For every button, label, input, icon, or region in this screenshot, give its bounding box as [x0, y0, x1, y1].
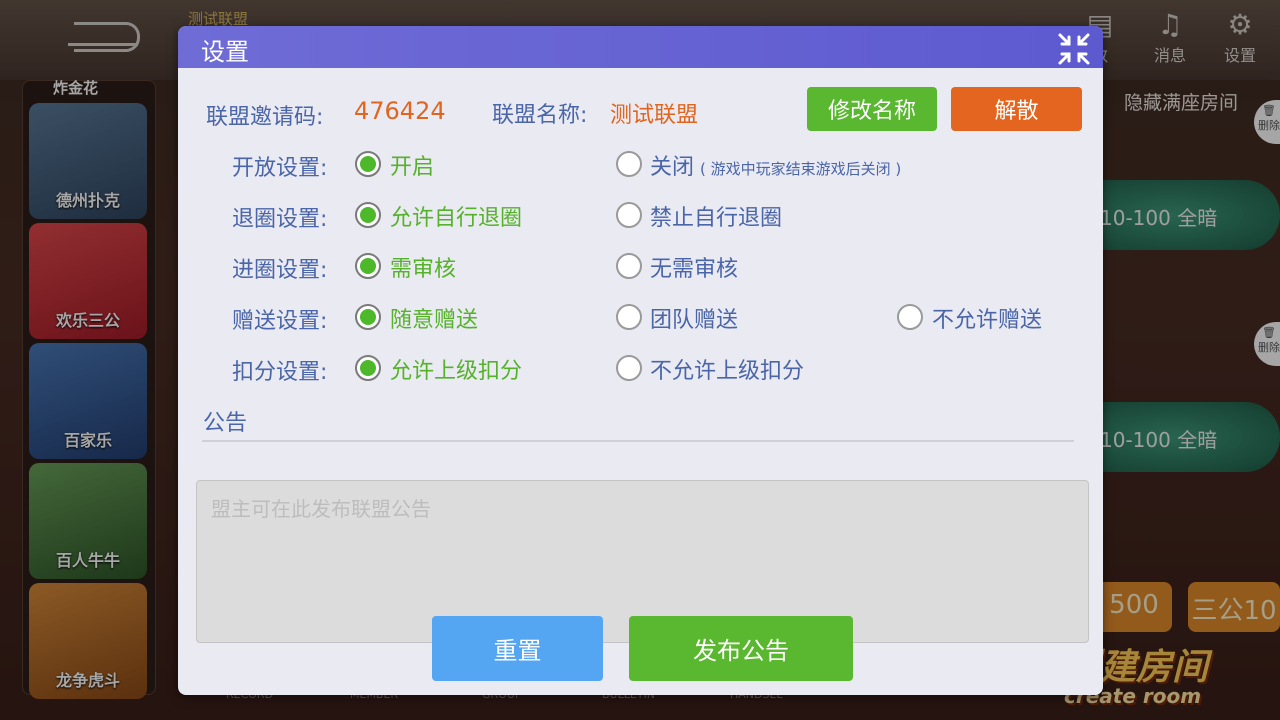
option-deduct-forbid[interactable]: 不允许上级扣分 [650, 353, 804, 385]
option-open-off-hint: ( 游戏中玩家结束游戏后关闭 ) [700, 160, 902, 178]
option-leave-forbid[interactable]: 禁止自行退圈 [650, 200, 782, 232]
invite-code-value: 476424 [354, 97, 446, 125]
option-open-off[interactable]: 关闭 ( 游戏中玩家结束游戏后关闭 ) [650, 149, 901, 181]
radio-gift-none[interactable] [897, 304, 923, 330]
option-open-on[interactable]: 开启 [390, 149, 434, 181]
option-deduct-allow[interactable]: 允许上级扣分 [390, 353, 522, 385]
option-join-review[interactable]: 需审核 [390, 251, 456, 283]
radio-join-review[interactable] [355, 253, 381, 279]
gift-setting-label: 赠送设置: [232, 309, 328, 334]
publish-notice-button[interactable]: 发布公告 [629, 616, 853, 681]
radio-gift-team[interactable] [616, 304, 642, 330]
option-open-off-text: 关闭 [650, 155, 695, 180]
deduct-setting-label: 扣分设置: [232, 360, 328, 385]
radio-join-noreview[interactable] [616, 253, 642, 279]
join-setting-label: 进圈设置: [232, 258, 328, 283]
option-gift-none[interactable]: 不允许赠送 [932, 302, 1042, 334]
settings-dialog: 设置 联盟邀请码: 476424 联盟名称: 测试联盟 修改名称 解散 开放设置… [178, 26, 1103, 695]
notice-placeholder: 盟主可在此发布联盟公告 [211, 497, 431, 521]
radio-open-on[interactable] [355, 151, 381, 177]
collapse-icon[interactable] [1057, 32, 1091, 66]
notice-label: 公告 [203, 411, 248, 436]
option-gift-free[interactable]: 随意赠送 [390, 302, 478, 334]
radio-leave-forbid[interactable] [616, 202, 642, 228]
reset-button[interactable]: 重置 [432, 616, 603, 681]
radio-deduct-allow[interactable] [355, 355, 381, 381]
leave-setting-label: 退圈设置: [232, 207, 328, 232]
dialog-title: 设置 [201, 38, 249, 66]
option-leave-allow[interactable]: 允许自行退圈 [390, 200, 522, 232]
collapse-arrows-icon [1058, 33, 1090, 65]
dissolve-button[interactable]: 解散 [951, 87, 1082, 131]
dialog-header: 设置 [178, 26, 1103, 68]
divider [202, 440, 1074, 442]
radio-gift-free[interactable] [355, 304, 381, 330]
alliance-name-value: 测试联盟 [610, 103, 699, 128]
invite-code-label: 联盟邀请码: [206, 105, 324, 130]
radio-deduct-forbid[interactable] [616, 355, 642, 381]
option-join-noreview[interactable]: 无需审核 [650, 251, 738, 283]
radio-open-off[interactable] [616, 151, 642, 177]
rename-button[interactable]: 修改名称 [807, 87, 937, 131]
alliance-name-label: 联盟名称: [492, 103, 588, 128]
open-setting-label: 开放设置: [232, 156, 328, 181]
option-gift-team[interactable]: 团队赠送 [650, 302, 738, 334]
radio-leave-allow[interactable] [355, 202, 381, 228]
